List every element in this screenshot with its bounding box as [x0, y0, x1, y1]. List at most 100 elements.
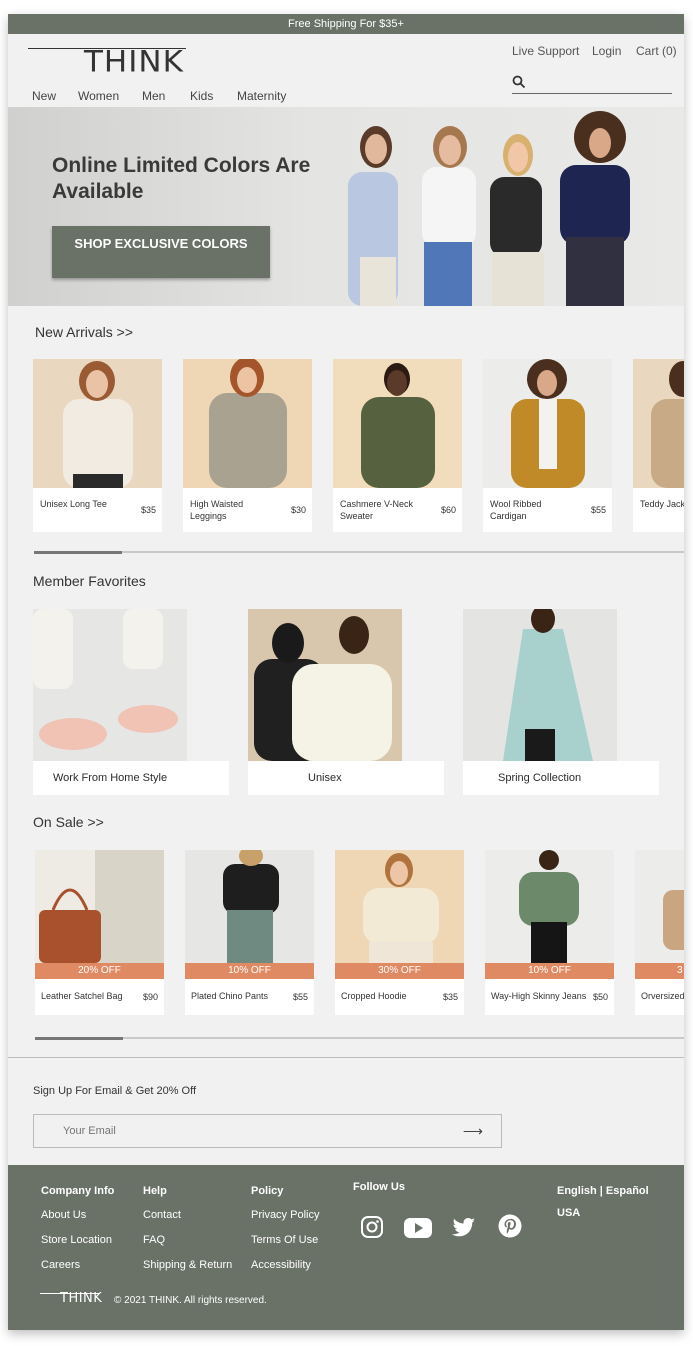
product-card[interactable]: Wool Ribbed Cardigan $55: [483, 359, 612, 532]
product-name: Cashmere V-Neck Sweater: [340, 499, 414, 521]
discount-badge: 3: [635, 963, 684, 979]
footer-help-title: Help: [143, 1185, 167, 1197]
nav-men[interactable]: Men: [142, 89, 165, 103]
product-photo: [361, 363, 435, 488]
product-name: High Waisted Leggings: [190, 499, 244, 521]
favorite-image[interactable]: [248, 609, 402, 761]
sale-scroll-thumb[interactable]: [35, 1037, 123, 1040]
search-icon[interactable]: [512, 75, 526, 89]
product-photo: [209, 359, 287, 488]
sale-image[interactable]: [635, 850, 684, 963]
product-card[interactable]: Cashmere V-Neck Sweater $60: [333, 359, 462, 532]
region-selector[interactable]: USA: [557, 1207, 580, 1219]
product-price: $60: [440, 505, 456, 515]
nav-maternity[interactable]: Maternity: [237, 89, 286, 103]
footer-link-careers[interactable]: Careers: [41, 1259, 80, 1271]
product-image[interactable]: [333, 359, 462, 488]
footer-link-about[interactable]: About Us: [41, 1209, 86, 1221]
favorite-card[interactable]: Unisex: [248, 609, 444, 795]
shop-exclusive-button[interactable]: SHOP EXCLUSIVE COLORS: [52, 226, 270, 278]
sale-image[interactable]: [335, 850, 464, 963]
shipping-banner: Free Shipping For $35+: [8, 14, 684, 34]
hero-models-image: [348, 111, 630, 306]
product-image[interactable]: [633, 359, 684, 488]
on-sale-title[interactable]: On Sale >>: [33, 814, 104, 830]
favorite-image[interactable]: [463, 609, 617, 761]
favorite-photo: [503, 609, 593, 761]
email-input[interactable]: [34, 1115, 454, 1147]
section-divider: [8, 1057, 684, 1058]
sale-info: Orversized: [635, 979, 684, 1015]
youtube-icon[interactable]: [404, 1218, 432, 1238]
product-image[interactable]: [483, 359, 612, 488]
product-card[interactable]: High Waisted Leggings $30: [183, 359, 312, 532]
footer-follow-title: Follow Us: [353, 1181, 405, 1193]
search-input[interactable]: [512, 74, 672, 94]
sale-photo: [35, 850, 164, 963]
live-support-link[interactable]: Live Support: [512, 44, 579, 58]
twitter-icon[interactable]: [452, 1218, 476, 1238]
favorite-card[interactable]: Spring Collection: [463, 609, 659, 795]
discount-badge: 20% OFF: [35, 963, 164, 979]
product-name: Teddy Jack: [640, 499, 684, 509]
page: Free Shipping For $35+ THINK Live Suppor…: [8, 14, 684, 1330]
sale-price: $55: [292, 992, 308, 1002]
discount-badge: 10% OFF: [485, 963, 614, 979]
footer-link-shipping[interactable]: Shipping & Return: [143, 1259, 232, 1271]
product-image[interactable]: [183, 359, 312, 488]
login-link[interactable]: Login: [592, 44, 621, 58]
hero-title: Online Limited Colors Are Available: [52, 154, 311, 203]
product-name: Unisex Long Tee: [40, 499, 107, 509]
sale-card[interactable]: 3 Orversized: [635, 850, 684, 1015]
sale-photo: [663, 890, 684, 950]
arrow-right-icon[interactable]: ⟶: [463, 1123, 483, 1140]
sale-info: Way-High Skinny Jeans $50: [485, 979, 614, 1015]
sale-card[interactable]: 10% OFF Way-High Skinny Jeans $50: [485, 850, 614, 1015]
sale-photo: [223, 850, 279, 963]
footer-link-terms[interactable]: Terms Of Use: [251, 1234, 318, 1246]
instagram-icon[interactable]: [360, 1215, 384, 1239]
footer-link-privacy[interactable]: Privacy Policy: [251, 1209, 319, 1221]
nav-kids[interactable]: Kids: [190, 89, 213, 103]
product-info: High Waisted Leggings $30: [183, 488, 312, 532]
discount-badge: 30% OFF: [335, 963, 464, 979]
sale-image[interactable]: [35, 850, 164, 963]
sale-card[interactable]: 30% OFF Cropped Hoodie $35: [335, 850, 464, 1015]
logo[interactable]: THINK: [84, 45, 184, 79]
sale-photo: [519, 850, 579, 963]
pinterest-icon[interactable]: [498, 1214, 522, 1238]
sale-scrollbar[interactable]: [35, 1037, 684, 1039]
footer-link-accessibility[interactable]: Accessibility: [251, 1259, 311, 1271]
nav-new[interactable]: New: [32, 89, 56, 103]
sale-card[interactable]: 20% OFF Leather Satchel Bag $90: [35, 850, 164, 1015]
new-arrivals-scroll-thumb[interactable]: [34, 551, 122, 554]
new-arrivals-title[interactable]: New Arrivals >>: [35, 324, 133, 340]
favorite-photo: [33, 609, 178, 750]
product-card[interactable]: Unisex Long Tee $35: [33, 359, 162, 532]
sale-image[interactable]: [185, 850, 314, 963]
nav-women[interactable]: Women: [78, 89, 119, 103]
email-field[interactable]: ⟶: [33, 1114, 502, 1148]
hero-banner: Online Limited Colors Are Available SHOP…: [8, 107, 684, 306]
sale-card[interactable]: 10% OFF Plated Chino Pants $55: [185, 850, 314, 1015]
product-photo: [63, 361, 133, 488]
product-card[interactable]: Teddy Jack: [633, 359, 684, 532]
footer-link-store-location[interactable]: Store Location: [41, 1234, 112, 1246]
cart-link[interactable]: Cart (0): [636, 44, 677, 58]
sale-name: Cropped Hoodie: [341, 991, 407, 1001]
product-price: $35: [140, 505, 156, 515]
sale-name: Leather Satchel Bag: [41, 991, 123, 1001]
footer-policy-title: Policy: [251, 1185, 284, 1197]
new-arrivals-scrollbar[interactable]: [34, 551, 684, 553]
favorite-image[interactable]: [33, 609, 187, 761]
favorite-card[interactable]: Work From Home Style: [33, 609, 229, 795]
sale-price: $50: [592, 992, 608, 1002]
sale-image[interactable]: [485, 850, 614, 963]
footer-link-faq[interactable]: FAQ: [143, 1234, 165, 1246]
product-info: Wool Ribbed Cardigan $55: [483, 488, 612, 532]
footer-company-title: Company Info: [41, 1185, 115, 1197]
product-image[interactable]: [33, 359, 162, 488]
language-selector[interactable]: English | Español: [557, 1185, 649, 1197]
footer-link-contact[interactable]: Contact: [143, 1209, 181, 1221]
product-name: Wool Ribbed Cardigan: [490, 499, 542, 521]
